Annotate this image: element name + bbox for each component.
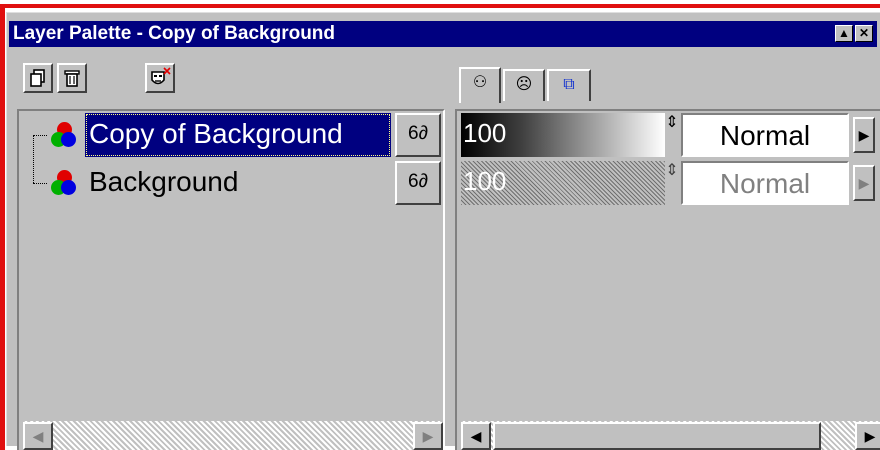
spin-arrows-icon: ⇕: [665, 162, 679, 179]
left-arrow-icon: ◀: [470, 428, 482, 444]
blend-mode-value: Normal: [719, 120, 811, 151]
scroll-left-button[interactable]: ◀: [23, 422, 53, 450]
trash-icon: [64, 70, 80, 87]
link-icon: ⧉: [563, 76, 575, 93]
frame-border-left: [0, 4, 5, 450]
blend-mode-field[interactable]: Normal: [681, 113, 849, 157]
scroll-right-button[interactable]: ▶: [855, 422, 880, 450]
glasses-icon: 6∂: [408, 123, 428, 144]
right-arrow-icon: ▶: [858, 175, 870, 191]
frame-border-top: [0, 4, 880, 8]
visibility-toggle-button[interactable]: 6∂: [395, 161, 441, 205]
rollup-button[interactable]: ▲: [835, 25, 853, 42]
opacity-slider[interactable]: 100: [461, 161, 665, 205]
opacity-spinner[interactable]: ⇕: [665, 113, 679, 157]
horizontal-scrollbar[interactable]: ◀ ▶: [461, 421, 880, 450]
layer-properties-panel: 100 ⇕ Normal ▶ 100 ⇕ Normal ▶ ◀ ▶: [455, 109, 880, 450]
mask-icon: ☹: [515, 76, 533, 93]
opacity-slider[interactable]: 100: [461, 113, 665, 157]
raster-layer-icon: [49, 169, 79, 199]
tab-mask[interactable]: ☹: [503, 69, 545, 101]
layer-row[interactable]: Copy of Background 6∂: [19, 113, 443, 157]
mask-delete-icon: [151, 67, 171, 85]
screen: Layer Palette - Copy of Background ▲ ✕ ⚇…: [0, 0, 880, 450]
tab-layer-properties[interactable]: ⚇: [459, 67, 501, 103]
new-layer-button[interactable]: [23, 63, 53, 93]
opacity-spinner[interactable]: ⇕: [665, 161, 679, 205]
tab-link[interactable]: ⧉: [547, 69, 591, 101]
visibility-toggle-button[interactable]: 6∂: [395, 113, 441, 157]
blend-mode-value: Normal: [719, 168, 811, 199]
right-arrow-icon: ▶: [422, 428, 434, 444]
horizontal-scrollbar[interactable]: ◀ ▶: [23, 421, 443, 450]
new-layer-icon: [30, 69, 45, 87]
scroll-left-button[interactable]: ◀: [461, 422, 491, 450]
title-buttons: ▲ ✕: [835, 25, 873, 42]
layer-palette-window: Layer Palette - Copy of Background ▲ ✕ ⚇…: [6, 12, 880, 450]
window-title: Layer Palette - Copy of Background: [13, 23, 336, 44]
color-dot-blue: [61, 132, 76, 147]
right-arrow-icon: ▶: [864, 428, 876, 444]
layer-list-panel: Copy of Background 6∂ Background 6∂ ◀ ▶: [17, 109, 445, 450]
blend-mode-dropdown-button[interactable]: ▶: [853, 117, 875, 153]
title-bar[interactable]: Layer Palette - Copy of Background ▲ ✕: [9, 21, 877, 47]
layer-row[interactable]: Background 6∂: [19, 161, 443, 205]
color-dot-blue: [61, 180, 76, 195]
delete-layer-button[interactable]: [57, 63, 87, 93]
opacity-value: 100: [463, 118, 507, 148]
blend-mode-dropdown-button[interactable]: ▶: [853, 165, 875, 201]
scroll-right-button[interactable]: ▶: [413, 422, 443, 450]
layer-name[interactable]: Copy of Background: [85, 113, 391, 157]
glasses-icon: 6∂: [408, 171, 428, 192]
right-arrow-icon: ▶: [858, 127, 870, 143]
close-button[interactable]: ✕: [855, 25, 873, 42]
scroll-thumb[interactable]: [493, 422, 821, 450]
opacity-value: 100: [463, 166, 507, 196]
raster-layer-icon: [49, 121, 79, 151]
delete-mask-button[interactable]: [145, 63, 175, 93]
layer-properties-icon: ⚇: [472, 74, 488, 91]
layer-name[interactable]: Background: [85, 161, 391, 205]
blend-mode-field[interactable]: Normal: [681, 161, 849, 205]
left-arrow-icon: ◀: [32, 428, 44, 444]
spin-arrows-icon: ⇕: [665, 114, 679, 131]
